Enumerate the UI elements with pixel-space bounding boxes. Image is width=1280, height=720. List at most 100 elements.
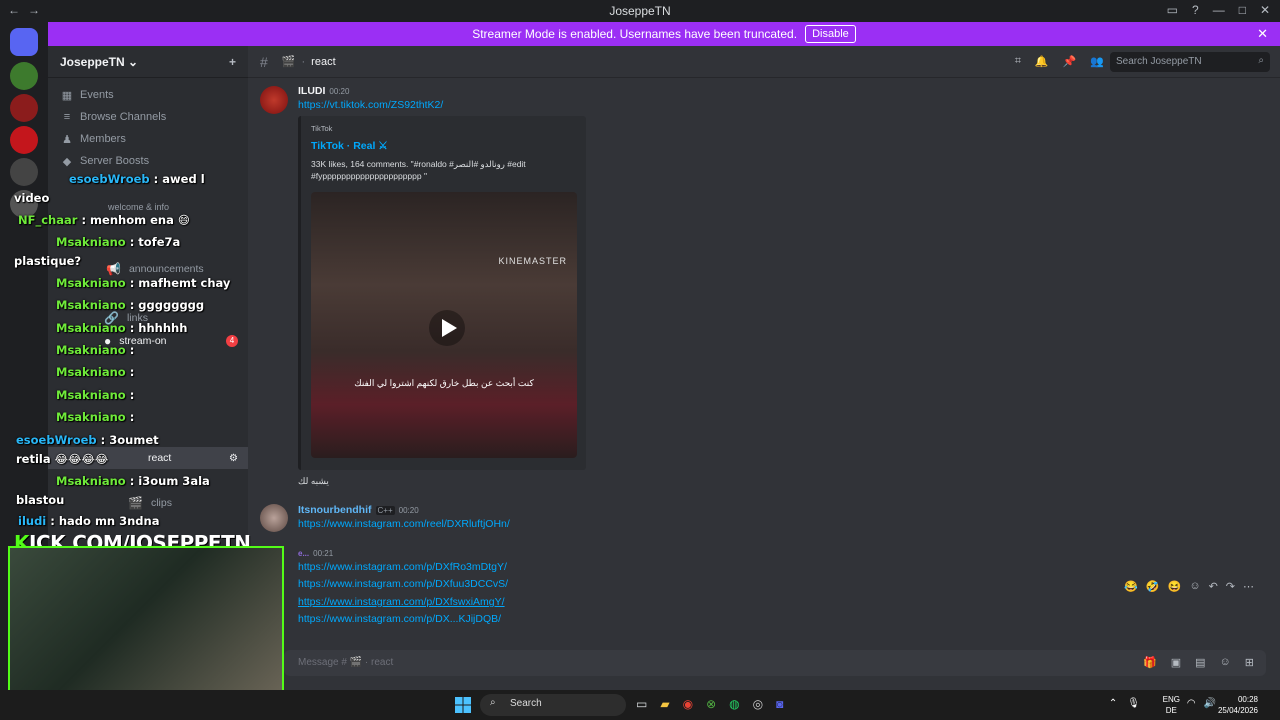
embed-video[interactable]: KINEMASTER كنت أبحث عن بطل خارق لكنهم اش… <box>311 192 577 458</box>
search-icon: ⌕ <box>490 697 496 708</box>
window-titlebar: ← → JoseppeTN ▭ ? — □ ✕ <box>0 0 1280 22</box>
banner-close-icon[interactable]: ✕ <box>1257 26 1268 42</box>
server-icon[interactable] <box>10 126 38 154</box>
bell-icon[interactable]: 🔔 <box>1035 55 1049 68</box>
tiktok-embed: TikTok TikTok · Real ⚔ 33K likes, 164 co… <box>298 116 586 470</box>
message-link[interactable]: https://vt.tiktok.com/ZS92thtK2/ <box>298 99 443 111</box>
unread-badge: 4 <box>226 335 238 347</box>
message-author[interactable]: ILUDI 00:20 <box>298 85 349 97</box>
taskbar-search[interactable]: ⌕ Search <box>480 694 626 716</box>
chevron-up-icon[interactable]: ⌃ <box>1109 698 1117 709</box>
add-member-icon[interactable]: + <box>229 55 236 69</box>
discord-home-icon[interactable] <box>10 28 38 56</box>
settings-icon[interactable]: ⚙ <box>229 453 238 464</box>
task-view-icon[interactable]: ▭ <box>636 697 647 711</box>
chat-message-continued: video <box>14 191 50 205</box>
embed-title[interactable]: TikTok · Real ⚔ <box>311 140 388 152</box>
volume-icon[interactable]: 🔊 <box>1204 698 1216 709</box>
chat-message: esoebWroeb : 3oumet <box>16 433 159 447</box>
language-indicator[interactable]: ENG DE <box>1163 694 1180 716</box>
message-input[interactable]: Message # 🎬 · react 🎁 ▣ ▤ ☺ ⊞ <box>284 650 1266 676</box>
pin-icon[interactable]: 📌 <box>1063 55 1077 68</box>
clapper-icon: 🎬 <box>281 56 296 68</box>
chat-message: Msakniano : <box>56 343 135 357</box>
sidebar-item-members[interactable]: ♟ Members <box>48 128 248 150</box>
apps-icon[interactable]: ⊞ <box>1245 656 1254 669</box>
message-author[interactable]: Itsnourbendhif C++ 00:20 <box>298 504 419 516</box>
chat-message: NF_chaar : menhom ena 😄 <box>18 213 190 227</box>
server-icon[interactable] <box>10 62 38 90</box>
reply-icon[interactable]: ↶ <box>1209 580 1218 593</box>
clock[interactable]: 00:28 25/04/2026 <box>1218 694 1258 716</box>
inbox-icon[interactable]: ▭ <box>1167 3 1178 17</box>
browse-icon: ≡ <box>63 111 71 123</box>
chat-message: Msakniano : i3oum 3ala <box>56 474 210 488</box>
avatar[interactable] <box>260 86 288 114</box>
embed-description: 33K likes, 164 comments. "#ronaldo #رونا… <box>311 159 526 181</box>
server-icon[interactable] <box>10 158 38 186</box>
members-icon: ♟ <box>62 133 72 146</box>
chrome-icon[interactable]: ◉ <box>683 697 693 711</box>
play-icon[interactable] <box>429 310 465 346</box>
windows-start-icon[interactable] <box>455 697 471 713</box>
reaction-laugh-icon[interactable]: 😂 <box>1124 580 1138 593</box>
search-input[interactable]: Search JoseppeTN ⌕ <box>1110 52 1270 72</box>
message-link[interactable]: https://www.instagram.com/p/DXfuu3DCCvS/ <box>298 578 508 590</box>
sidebar-item-events[interactable]: ▦ Events <box>48 84 248 106</box>
discord-icon[interactable]: ◙ <box>776 697 783 711</box>
message-link[interactable]: https://www.instagram.com/p/DXfRo3mDtgY/ <box>298 561 507 573</box>
window-controls: ▭ ? — □ ✕ <box>1167 3 1270 17</box>
forward-icon[interactable]: ↷ <box>1226 580 1235 593</box>
message-link[interactable]: https://www.instagram.com/reel/DXRluftjO… <box>298 518 510 530</box>
embed-provider: TikTok <box>311 124 333 133</box>
emoji-icon[interactable]: ☺ <box>1220 656 1231 669</box>
message-tools: 🎁 ▣ ▤ ☺ ⊞ <box>1143 656 1254 669</box>
reaction-grin-icon[interactable]: 😆 <box>1168 580 1182 593</box>
search-icon: ⌕ <box>1258 55 1264 66</box>
chat-message: Msakniano : <box>56 388 135 402</box>
header-tools: ⌗ 🔔 📌 👥 <box>1015 55 1104 68</box>
wifi-icon[interactable]: ◠ <box>1187 698 1196 709</box>
gif-icon[interactable]: ▣ <box>1171 656 1181 669</box>
taskbar-apps: ▭ ▰ ◉ ⊗ ◍ ◎ ◙ <box>636 697 783 711</box>
xbox-icon[interactable]: ⊗ <box>706 697 716 711</box>
chat-area: # 🎬 · react ⌗ 🔔 📌 👥 Search JoseppeTN ⌕ I… <box>248 46 1280 690</box>
member-list-icon[interactable]: 👥 <box>1090 55 1104 68</box>
window-title: JoseppeTN <box>609 4 671 18</box>
whatsapp-icon[interactable]: ◍ <box>729 697 739 711</box>
message-link[interactable]: https://www.instagram.com/p/DXfswxiAmgY/ <box>298 596 505 608</box>
add-reaction-icon[interactable]: ☺ <box>1189 580 1200 593</box>
channel-clips[interactable]: 🎬 clips <box>48 492 248 514</box>
disable-streamer-mode-button[interactable]: Disable <box>805 25 856 43</box>
microphone-icon[interactable]: 🎙 <box>1127 698 1140 709</box>
obs-icon[interactable]: ◎ <box>753 697 763 711</box>
reaction-rofl-icon[interactable]: 🤣 <box>1146 580 1160 593</box>
clapper-icon: 🎬 <box>128 496 143 510</box>
streamer-mode-banner: Streamer Mode is enabled. Usernames have… <box>48 22 1280 46</box>
gift-icon[interactable]: 🎁 <box>1143 656 1157 669</box>
close-window-icon[interactable]: ✕ <box>1260 3 1270 17</box>
video-caption: كنت أبحث عن بطل خارق لكنهم اشتروا لي الف… <box>354 378 534 388</box>
megaphone-icon: 📢 <box>106 262 121 276</box>
sidebar-item-browse-channels[interactable]: ≡ Browse Channels <box>48 106 248 128</box>
more-icon[interactable]: ⋯ <box>1243 580 1254 593</box>
avatar[interactable] <box>260 504 288 532</box>
guild-header[interactable]: JoseppeTN ⌄ + <box>48 46 248 78</box>
system-tray: ◠ 🔊 <box>1187 698 1216 709</box>
chat-message-continued: plastique? <box>14 254 82 268</box>
server-icon[interactable] <box>10 94 38 122</box>
message-author[interactable]: e... 00:21 <box>298 549 333 558</box>
webcam-overlay <box>8 546 284 704</box>
message-link[interactable]: https://www.instagram.com/p/DX...KJijDQB… <box>298 613 501 625</box>
help-icon[interactable]: ? <box>1192 3 1199 17</box>
minimize-icon[interactable]: — <box>1213 3 1225 17</box>
boost-icon: ◆ <box>62 155 72 168</box>
chat-message-continued: blastou <box>16 493 65 507</box>
threads-icon[interactable]: ⌗ <box>1015 55 1021 68</box>
sidebar-item-server-boosts[interactable]: ◆ Server Boosts <box>48 150 248 172</box>
chat-message: esoebWroeb : awed l <box>69 172 205 186</box>
file-explorer-icon[interactable]: ▰ <box>660 697 669 711</box>
chat-message: Msakniano : <box>56 410 135 424</box>
sticker-icon[interactable]: ▤ <box>1195 656 1205 669</box>
maximize-icon[interactable]: □ <box>1239 3 1246 17</box>
